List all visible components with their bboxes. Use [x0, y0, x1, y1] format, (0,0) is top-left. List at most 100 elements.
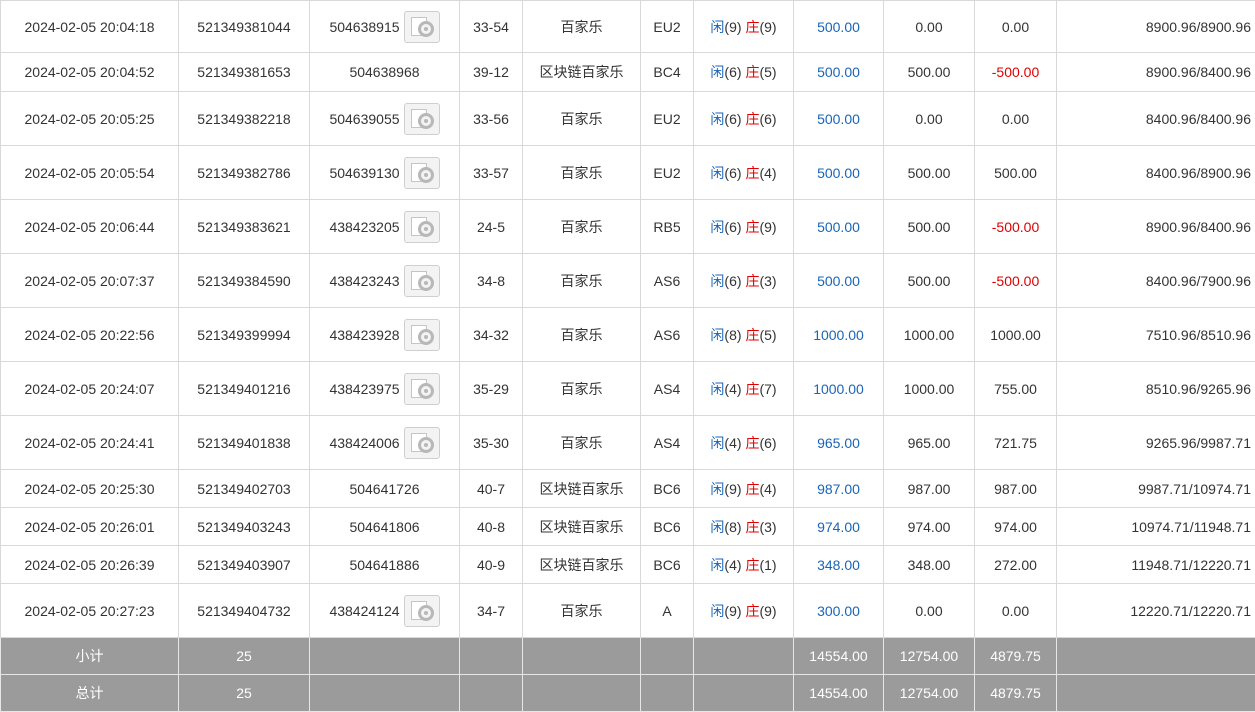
player-label: 闲	[710, 219, 724, 235]
table-id: 24-5	[460, 200, 523, 254]
valid-bet: 0.00	[884, 584, 975, 638]
room-code: AS4	[641, 416, 694, 470]
table-id: 34-7	[460, 584, 523, 638]
banker-points: (3)	[759, 519, 776, 535]
result-cell: 闲(9) 庄(9)	[694, 1, 794, 53]
video-replay-icon[interactable]	[404, 103, 440, 135]
video-replay-icon[interactable]	[404, 11, 440, 43]
win-loss: -500.00	[975, 53, 1057, 92]
banker-points: (1)	[759, 557, 776, 573]
round-id: 438424006	[329, 435, 399, 451]
table-id: 34-32	[460, 308, 523, 362]
balance-change: 7510.96/8510.96	[1057, 308, 1255, 362]
bet-amount[interactable]: 987.00	[794, 470, 884, 508]
banker-points: (4)	[759, 481, 776, 497]
valid-bet: 987.00	[884, 470, 975, 508]
player-points: (4)	[724, 381, 741, 397]
round-cell: 504639130	[310, 146, 460, 200]
player-points: (6)	[724, 64, 741, 80]
video-replay-icon[interactable]	[404, 319, 440, 351]
bet-amount[interactable]: 500.00	[794, 92, 884, 146]
banker-label: 庄	[745, 19, 759, 35]
balance-change: 9987.71/10974.71	[1057, 470, 1255, 508]
bet-amount[interactable]: 348.00	[794, 546, 884, 584]
game-type: 百家乐	[523, 200, 641, 254]
bet-time: 2024-02-05 20:25:30	[1, 470, 179, 508]
round-id: 504639130	[329, 165, 399, 181]
bet-time: 2024-02-05 20:26:01	[1, 508, 179, 546]
video-replay-icon[interactable]	[404, 427, 440, 459]
result-cell: 闲(8) 庄(3)	[694, 508, 794, 546]
balance-change: 8400.96/8400.96	[1057, 92, 1255, 146]
player-points: (8)	[724, 519, 741, 535]
bet-amount[interactable]: 500.00	[794, 1, 884, 53]
bet-time: 2024-02-05 20:05:25	[1, 92, 179, 146]
room-code: BC4	[641, 53, 694, 92]
bet-amount[interactable]: 965.00	[794, 416, 884, 470]
balance-change: 8510.96/9265.96	[1057, 362, 1255, 416]
bet-amount[interactable]: 1000.00	[794, 308, 884, 362]
balance-change: 9265.96/9987.71	[1057, 416, 1255, 470]
table-id: 34-8	[460, 254, 523, 308]
player-label: 闲	[710, 165, 724, 181]
video-replay-icon[interactable]	[404, 265, 440, 297]
game-type: 百家乐	[523, 254, 641, 308]
valid-bet: 500.00	[884, 146, 975, 200]
bet-amount[interactable]: 974.00	[794, 508, 884, 546]
empty-cell	[641, 638, 694, 675]
result-cell: 闲(6) 庄(4)	[694, 146, 794, 200]
video-replay-icon[interactable]	[404, 157, 440, 189]
subtotal-valid: 12754.00	[884, 638, 975, 675]
round-id: 438423205	[329, 219, 399, 235]
result-cell: 闲(6) 庄(6)	[694, 92, 794, 146]
empty-cell	[460, 638, 523, 675]
video-replay-icon[interactable]	[404, 211, 440, 243]
room-code: AS6	[641, 254, 694, 308]
player-points: (9)	[724, 481, 741, 497]
balance-change: 8400.96/7900.96	[1057, 254, 1255, 308]
empty-cell	[641, 675, 694, 712]
table-id: 40-7	[460, 470, 523, 508]
bet-amount[interactable]: 1000.00	[794, 362, 884, 416]
table-row: 2024-02-05 20:05:25521349382218504639055…	[1, 92, 1255, 146]
banker-label: 庄	[745, 481, 759, 497]
game-type: 区块链百家乐	[523, 470, 641, 508]
result-cell: 闲(6) 庄(3)	[694, 254, 794, 308]
bet-amount[interactable]: 300.00	[794, 584, 884, 638]
table-id: 40-9	[460, 546, 523, 584]
banker-label: 庄	[745, 519, 759, 535]
result-cell: 闲(8) 庄(5)	[694, 308, 794, 362]
banker-points: (7)	[759, 381, 776, 397]
order-id: 521349384590	[179, 254, 310, 308]
banker-points: (5)	[759, 327, 776, 343]
table-row: 2024-02-05 20:04:52521349381653504638968…	[1, 53, 1255, 92]
order-id: 521349403907	[179, 546, 310, 584]
banker-points: (6)	[759, 435, 776, 451]
video-replay-icon[interactable]	[404, 373, 440, 405]
bet-time: 2024-02-05 20:27:23	[1, 584, 179, 638]
subtotal-win: 4879.75	[975, 638, 1057, 675]
video-replay-icon[interactable]	[404, 595, 440, 627]
order-id: 521349401216	[179, 362, 310, 416]
round-cell: 438424006	[310, 416, 460, 470]
order-id: 521349402703	[179, 470, 310, 508]
player-points: (4)	[724, 435, 741, 451]
table-id: 35-29	[460, 362, 523, 416]
win-loss: 500.00	[975, 146, 1057, 200]
player-points: (8)	[724, 327, 741, 343]
win-loss: 974.00	[975, 508, 1057, 546]
table-id: 39-12	[460, 53, 523, 92]
round-id: 438423928	[329, 327, 399, 343]
balance-change: 8400.96/8900.96	[1057, 146, 1255, 200]
bet-amount[interactable]: 500.00	[794, 146, 884, 200]
result-cell: 闲(4) 庄(6)	[694, 416, 794, 470]
table-row: 2024-02-05 20:04:18521349381044504638915…	[1, 1, 1255, 53]
bet-amount[interactable]: 500.00	[794, 200, 884, 254]
round-cell: 438423975	[310, 362, 460, 416]
bet-amount[interactable]: 500.00	[794, 53, 884, 92]
player-label: 闲	[710, 381, 724, 397]
balance-change: 8900.96/8900.96	[1057, 1, 1255, 53]
bet-amount[interactable]: 500.00	[794, 254, 884, 308]
bet-time: 2024-02-05 20:04:18	[1, 1, 179, 53]
win-loss: 0.00	[975, 584, 1057, 638]
